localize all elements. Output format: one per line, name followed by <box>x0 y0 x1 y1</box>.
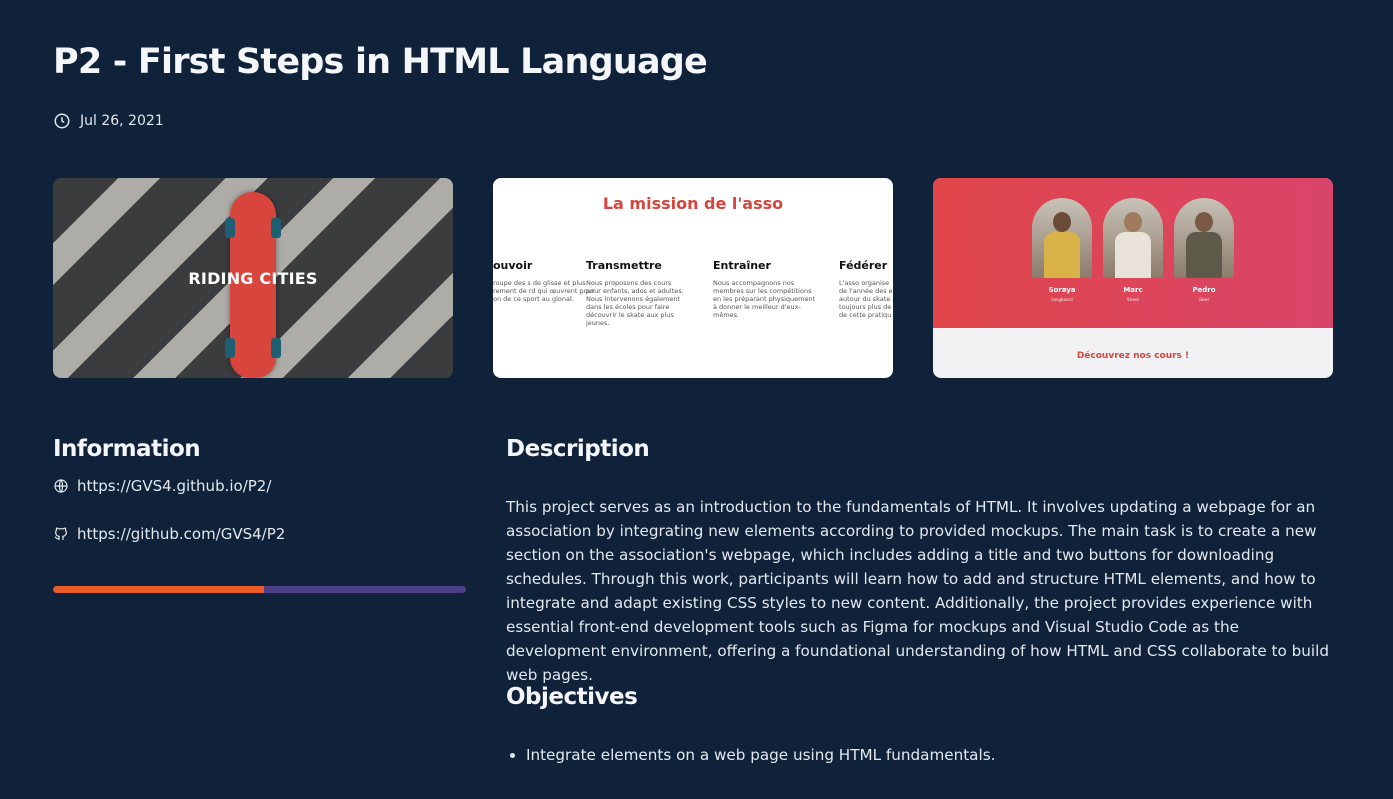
mission-column-title: Entraîner <box>713 259 771 272</box>
wheel-shape <box>271 338 281 358</box>
mission-column: Entraîner Nous accompagnons nos membres … <box>713 259 821 319</box>
description-paragraph: This project serves as an introduction t… <box>506 498 1329 684</box>
project-date: Jul 26, 2021 <box>53 112 164 130</box>
objective-item: Integrate elements on a web page using H… <box>526 743 1326 767</box>
objectives-heading: Objectives <box>506 684 638 710</box>
website-link[interactable]: https://GVS4.github.io/P2/ <box>53 477 271 495</box>
progress-bar <box>53 586 466 593</box>
page-title: P2 - First Steps in HTML Language <box>53 42 708 82</box>
mission-column: Transmettre Nous proposons des cours pou… <box>586 259 686 327</box>
screenshot-thumbnail-team[interactable]: Soraya Longboard Marc Street Pedro Bowl … <box>933 178 1333 378</box>
team-member: Pedro Bowl <box>1174 198 1234 302</box>
github-icon <box>54 527 67 540</box>
repository-link[interactable]: https://github.com/GVS4/P2 <box>53 525 285 543</box>
mission-heading: La mission de l'asso <box>602 194 784 213</box>
member-photo <box>1174 198 1234 278</box>
team-member: Soraya Longboard <box>1032 198 1092 302</box>
website-url[interactable]: https://GVS4.github.io/P2/ <box>77 477 271 495</box>
mission-column-text: Nous accompagnons nos membres sur les co… <box>713 279 816 319</box>
repository-url[interactable]: https://github.com/GVS4/P2 <box>77 525 285 543</box>
mission-column-title: Transmettre <box>586 259 662 272</box>
member-name: Pedro <box>1192 286 1216 294</box>
member-role: Longboard <box>1051 297 1073 302</box>
member-role: Bowl <box>1199 297 1209 302</box>
mission-column-text: Nous proposons des cours pour enfants, a… <box>586 279 684 327</box>
wheel-shape <box>225 338 235 358</box>
clock-icon <box>54 113 70 129</box>
mission-column: Fédérer L'asso organise de l'année des e… <box>839 259 893 319</box>
team-member: Marc Street <box>1103 198 1163 302</box>
date-text: Jul 26, 2021 <box>80 113 164 129</box>
brand-logo-text: RIDING CITIES <box>188 269 318 288</box>
description-heading: Description <box>506 436 650 462</box>
courses-cta: Découvrez nos cours ! <box>1076 351 1190 361</box>
member-role: Street <box>1126 297 1140 302</box>
screenshot-thumbnail-mission[interactable]: La mission de l'asso ouvoir roupe des s … <box>493 178 893 378</box>
progress-bar-fill <box>53 586 264 593</box>
mission-column-title: Fédérer <box>839 259 888 272</box>
wheel-shape <box>225 218 235 238</box>
member-photo <box>1103 198 1163 278</box>
project-page: P2 - First Steps in HTML Language Jul 26… <box>0 0 1393 799</box>
member-name: Marc <box>1123 286 1143 294</box>
objectives-list: Integrate elements on a web page using H… <box>526 743 1326 767</box>
information-heading: Information <box>53 436 201 462</box>
member-photo <box>1032 198 1092 278</box>
wheel-shape <box>271 218 281 238</box>
member-name: Soraya <box>1048 286 1076 294</box>
screenshot-thumbnail-riding-cities[interactable]: RIDING CITIES <box>53 178 453 378</box>
globe-icon <box>54 479 68 493</box>
mission-column-text: L'asso organise de l'année des e autour … <box>839 279 893 319</box>
